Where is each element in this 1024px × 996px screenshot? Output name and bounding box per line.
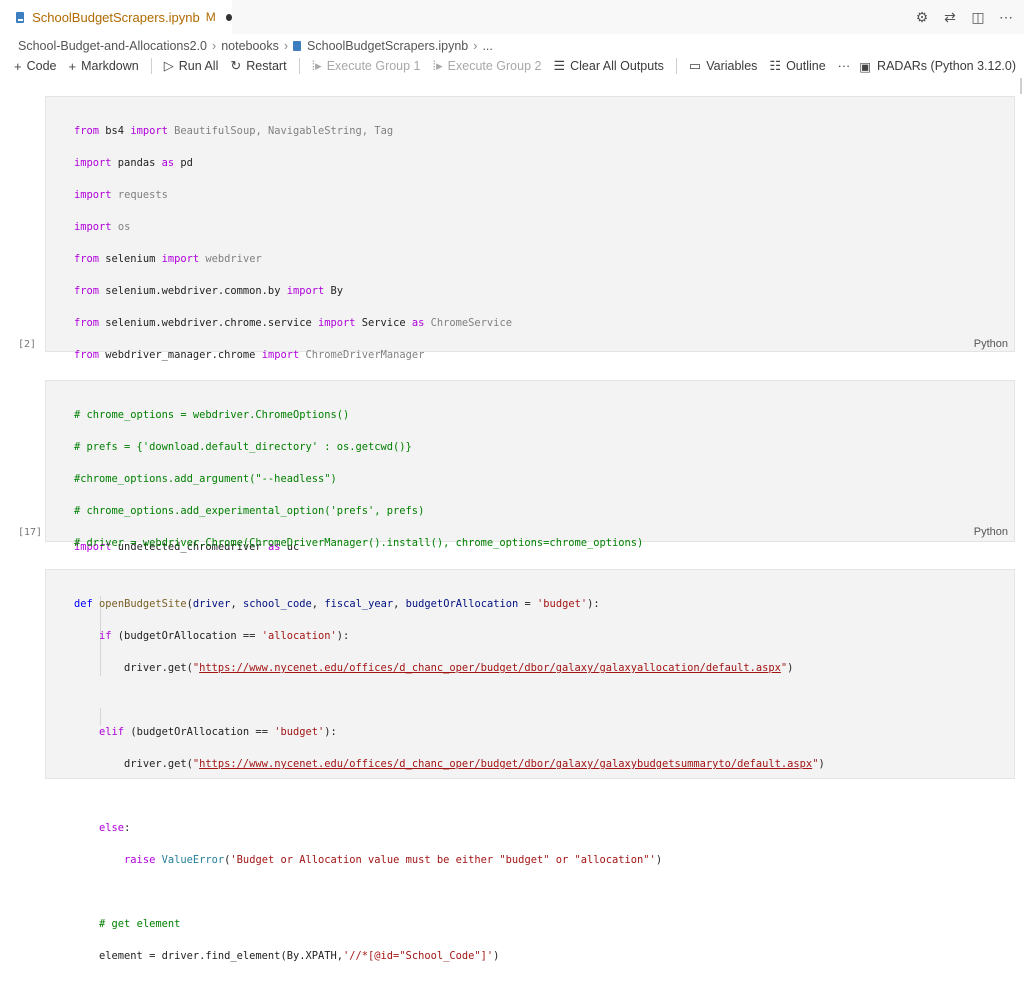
outline-label: Outline [786,59,826,73]
compare-icon[interactable]: ⇄ [942,9,958,26]
toolbar-more-button[interactable]: ··· [838,59,851,73]
notebook-toolbar: + Code + Markdown ▷ Run All ↻ Restart ⁞▸… [0,54,1024,78]
scrollbar-marker[interactable] [1020,78,1022,94]
breadcrumb: School-Budget-and-Allocations2.0 › noteb… [18,37,493,55]
add-code-label: Code [26,59,57,73]
cell-source[interactable]: def openBudgetSite(driver, school_code, … [74,580,825,996]
add-code-cell-button[interactable]: + Code [14,59,56,74]
restart-label: Restart [246,59,287,73]
editor-actions: ⚙ ⇄ ◫ ⋯ [914,0,1014,34]
execute-group-1-label: Execute Group 1 [326,59,421,73]
chevron-right-icon: › [212,39,217,53]
variables-icon: ▭ [688,58,702,73]
add-markdown-label: Markdown [81,59,139,73]
variables-button[interactable]: ▭ Variables [689,58,757,74]
toolbar-divider [675,58,677,74]
kernel-icon: ▣ [859,59,872,74]
plus-icon: + [68,58,77,74]
file-icon [16,11,25,23]
notebook-tab[interactable]: SchoolBudgetScrapers.ipynb M [0,0,232,34]
run-all-button[interactable]: ▷ Run All [164,58,219,74]
chevron-right-icon: › [283,39,289,53]
clear-outputs-label: Clear All Outputs [570,59,664,73]
execute-group-2-label: Execute Group 2 [447,59,542,73]
restart-button[interactable]: ↻ Restart [230,58,286,74]
restart-icon: ↻ [230,58,242,73]
toolbar-more-label: ··· [837,59,851,73]
execution-count: [17] [18,527,43,538]
breadcrumb-more[interactable]: ... [482,39,492,53]
kernel-label: RADARs (Python 3.12.0) [877,59,1016,73]
editor-tab-bar: SchoolBudgetScrapers.ipynb M ⚙ ⇄ ◫ ⋯ [0,0,1024,34]
unsaved-dot-icon[interactable] [225,13,232,21]
code-cell[interactable]: def openBudgetSite(driver, school_code, … [45,569,1015,962]
tab-modified-badge: M [205,10,216,24]
gear-icon[interactable]: ⚙ [914,9,930,26]
tab-title: SchoolBudgetScrapers.ipynb [32,9,200,25]
clear-outputs-icon: ☰ [553,58,566,73]
clear-all-outputs-button[interactable]: ☰ Clear All Outputs [553,58,663,74]
outline-button[interactable]: ☷ Outline [769,58,825,74]
cell-language[interactable]: Python [974,526,1008,538]
toolbar-divider [150,58,152,74]
breadcrumb-file[interactable]: SchoolBudgetScrapers.ipynb [307,39,468,53]
chevron-right-icon: › [473,39,478,53]
execute-group-icon: ⁞▸ [311,58,322,73]
execute-group-2-button[interactable]: ⁞▸ Execute Group 2 [433,58,542,74]
add-markdown-cell-button[interactable]: + Markdown [68,59,138,74]
run-all-icon: ▷ [163,58,174,73]
outline-icon: ☷ [769,58,782,73]
execute-group-1-button[interactable]: ⁞▸ Execute Group 1 [312,58,421,74]
split-editor-icon[interactable]: ◫ [970,9,986,26]
execution-count: [2] [18,339,37,350]
execute-group-icon: ⁞▸ [432,58,443,73]
run-all-label: Run All [178,59,219,73]
cell-language[interactable]: Python [974,338,1008,350]
breadcrumb-root[interactable]: School-Budget-and-Allocations2.0 [18,39,207,53]
code-cell[interactable]: from bs4 import BeautifulSoup, Navigable… [45,96,1015,553]
kernel-picker[interactable]: ▣ RADARs (Python 3.12.0) [859,54,1016,78]
toolbar-divider [298,58,300,74]
code-cell[interactable]: # chrome_options = webdriver.ChromeOptio… [45,380,1015,613]
breadcrumb-folder[interactable]: notebooks [221,39,279,53]
variables-label: Variables [706,59,758,73]
more-icon[interactable]: ⋯ [998,9,1014,26]
file-icon [293,41,302,51]
plus-icon: + [14,58,22,74]
